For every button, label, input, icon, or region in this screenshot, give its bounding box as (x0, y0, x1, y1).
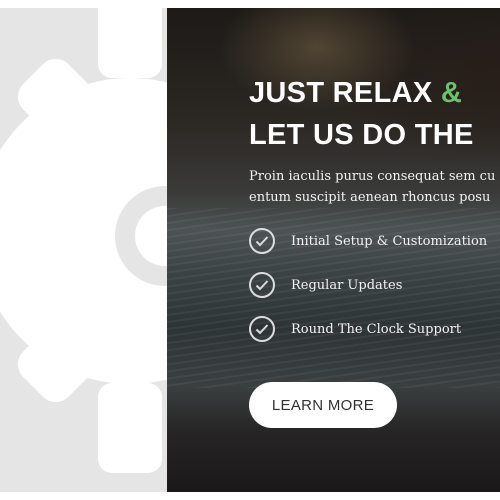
feature-label: Initial Setup & Customization (291, 233, 488, 249)
hero-title-line1: JUST RELAX (249, 77, 433, 109)
check-circle-icon (249, 316, 275, 342)
hero-section: JUST RELAX & LET US DO THE Proin iaculis… (167, 8, 500, 492)
hero-title: JUST RELAX & LET US DO THE (249, 72, 474, 156)
hero-description-line1: Proin iaculis purus consequat sem cu (249, 169, 496, 184)
check-circle-icon (249, 272, 275, 298)
feature-item-setup: Initial Setup & Customization (249, 226, 487, 256)
check-circle-icon (249, 228, 275, 254)
feature-list: Initial Setup & Customization Regular Up… (249, 226, 487, 358)
learn-more-button[interactable]: LEARN MORE (249, 382, 397, 428)
feature-item-updates: Regular Updates (249, 270, 487, 300)
feature-label: Regular Updates (291, 277, 403, 293)
gear-icon (0, 8, 167, 473)
hero-description: Proin iaculis purus consequat sem cu ent… (249, 166, 495, 208)
hero-description-line2: entum suscipit aenean rhoncus posu (249, 190, 491, 205)
feature-item-support: Round The Clock Support (249, 314, 487, 344)
hero-title-accent: & (440, 77, 463, 109)
left-decor-panel (0, 8, 167, 492)
feature-label: Round The Clock Support (291, 321, 462, 337)
hero-title-line2: LET US DO THE (249, 119, 474, 151)
